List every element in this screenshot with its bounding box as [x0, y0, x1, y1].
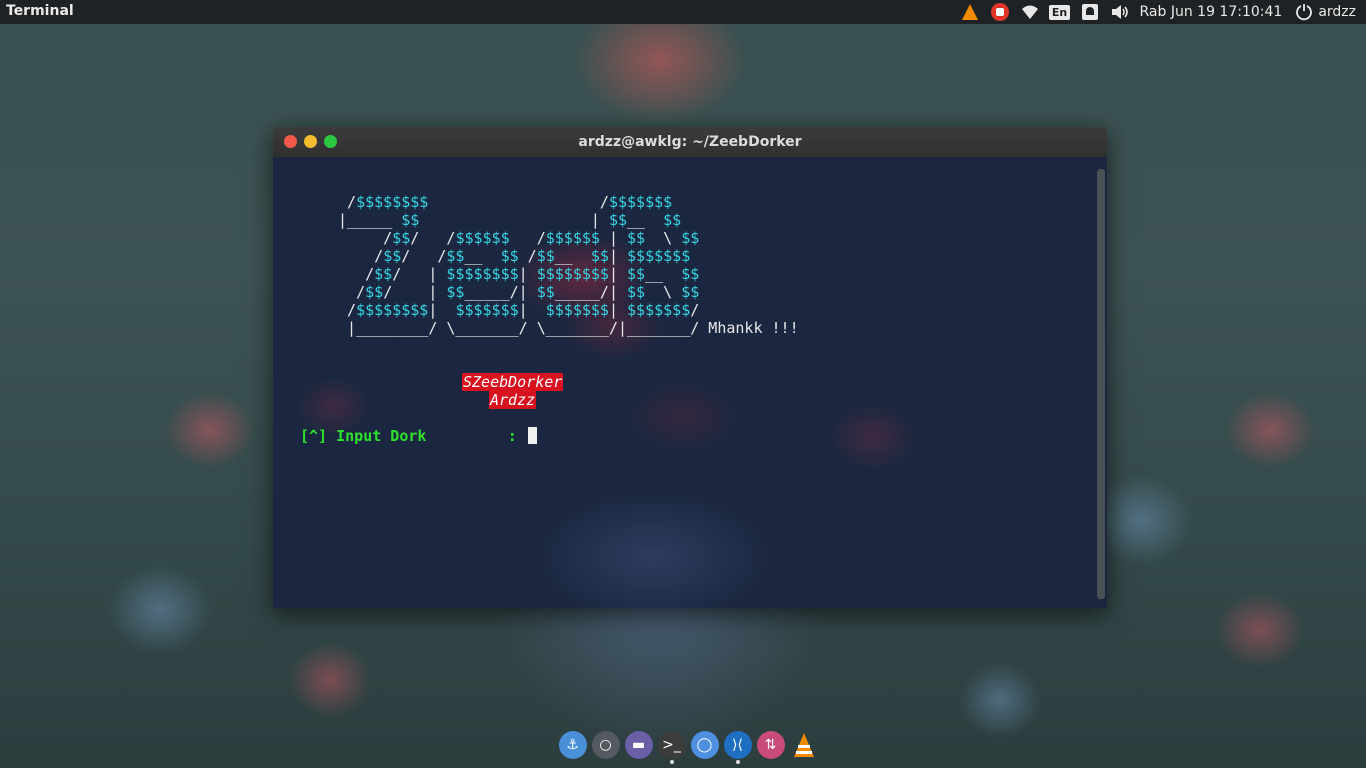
prompt-text: [^] Input Dork :	[300, 427, 526, 445]
ascii-segment: /	[329, 283, 366, 301]
ascii-segment: /	[329, 193, 357, 211]
ascii-segment: |________/ \_______/ \_______/|_______/ …	[329, 319, 799, 337]
ascii-segment: $$	[627, 265, 646, 283]
ascii-segment: /	[329, 247, 384, 265]
keyboard-layout-label: En	[1048, 4, 1071, 20]
ascii-segment: $$	[374, 265, 393, 283]
ascii-segment: $$	[500, 247, 519, 265]
ascii-segment: _____/|	[554, 283, 628, 301]
ascii-segment: \	[645, 229, 682, 247]
ascii-segment: $$$$$$$	[627, 247, 691, 265]
ascii-banner: /$$$$$$$$ /$$$$$$$ |_____ $$ | $$__ $$ /…	[329, 193, 799, 337]
system-tray: En Rab Jun 19 17:10:41 ardzz	[960, 0, 1366, 24]
clock[interactable]: Rab Jun 19 17:10:41	[1140, 4, 1283, 20]
anchor-app-icon[interactable]: ⚓	[558, 731, 587, 759]
ascii-segment: \	[645, 283, 682, 301]
ascii-segment: $$	[627, 229, 646, 247]
transfer-app-icon[interactable]: ⇅	[756, 731, 785, 759]
volume-icon[interactable]	[1110, 2, 1130, 22]
ascii-segment: / /	[410, 229, 456, 247]
ascii-segment: |	[608, 265, 628, 283]
ascii-segment: __	[464, 247, 501, 265]
text-cursor	[527, 427, 537, 444]
input-prompt[interactable]: [^] Input Dork :	[300, 427, 537, 445]
ascii-segment: $$	[536, 247, 555, 265]
ascii-segment: |	[599, 229, 628, 247]
ascii-segment: $$$$$$$	[608, 193, 673, 211]
ascii-segment: $$	[383, 247, 402, 265]
terminal-content[interactable]: /$$$$$$$$ /$$$$$$$ |_____ $$ | $$__ $$ /…	[273, 157, 1095, 608]
ascii-segment: |	[608, 247, 628, 265]
ascii-segment: /	[690, 301, 700, 319]
ascii-segment: $$$$$$$$	[446, 265, 519, 283]
wifi-icon[interactable]	[1020, 2, 1040, 22]
active-app-title[interactable]: Terminal	[6, 3, 74, 19]
ascii-segment: $$	[681, 283, 700, 301]
window-title: ardzz@awklg: ~/ZeebDorker	[578, 134, 802, 150]
ascii-segment: $$	[446, 247, 465, 265]
ascii-segment: $$	[392, 229, 411, 247]
ascii-segment: |	[518, 301, 546, 319]
terminal-window[interactable]: ardzz@awklg: ~/ZeebDorker /$$$$$$$$ /$$$…	[273, 127, 1107, 608]
ascii-segment: $$$$$$$	[455, 301, 519, 319]
tag-name: SZeebDorker	[462, 373, 564, 391]
ascii-segment: /	[329, 301, 357, 319]
ascii-segment: $$	[663, 211, 682, 229]
ascii-segment: |	[428, 301, 456, 319]
keyboard-layout-icon[interactable]: En	[1048, 2, 1071, 22]
ascii-segment: /	[509, 229, 546, 247]
stop-record-icon[interactable]	[990, 2, 1010, 22]
ascii-segment: / |	[392, 265, 447, 283]
ascii-segment: __	[554, 247, 591, 265]
ascii-segment: $$	[608, 211, 628, 229]
ascii-segment: __	[645, 265, 682, 283]
ascii-segment: /	[329, 229, 393, 247]
ascii-segment: $$	[365, 283, 384, 301]
ascii-segment: $$	[681, 229, 700, 247]
files-app-icon[interactable]: ▬	[624, 731, 653, 759]
ascii-segment: |	[608, 301, 628, 319]
ascii-segment: /	[329, 265, 375, 283]
terminal-app-icon[interactable]: >_	[657, 731, 686, 764]
ascii-segment: |	[518, 265, 537, 283]
ascii-segment: $$$$$$$$	[356, 301, 429, 319]
ascii-segment: |_____	[329, 211, 402, 229]
ascii-segment: $$$$$$	[545, 229, 600, 247]
user-name[interactable]: ardzz	[1318, 4, 1356, 20]
notification-icon[interactable]	[1080, 2, 1100, 22]
ascii-segment: $$$$$$$$	[536, 265, 609, 283]
ascii-segment: /	[518, 247, 537, 265]
ascii-segment: /	[428, 193, 609, 211]
ascii-segment: $$	[627, 283, 646, 301]
vlc-icon[interactable]	[960, 2, 980, 22]
ascii-segment: / /	[401, 247, 447, 265]
ascii-segment: $$	[401, 211, 420, 229]
ascii-segment: __	[627, 211, 664, 229]
tag-author: Ardzz	[489, 391, 537, 409]
ascii-segment: / |	[383, 283, 447, 301]
ascii-segment: $$	[590, 247, 609, 265]
terminal-scrollbar[interactable]	[1097, 169, 1105, 599]
ascii-segment: $$	[446, 283, 465, 301]
ascii-segment: $$$$$$$$	[356, 193, 429, 211]
dock: ⚓ ○ ▬ >_ ◯ ⟩⟨ ⇅	[556, 730, 820, 764]
ascii-segment: $$	[536, 283, 555, 301]
ascii-segment: $$$$$$	[455, 229, 510, 247]
vscode-app-icon[interactable]: ⟩⟨	[723, 731, 752, 764]
ascii-segment: _____/|	[464, 283, 537, 301]
circle-app-icon[interactable]: ○	[591, 731, 620, 759]
ascii-segment: $$$$$$$	[627, 301, 691, 319]
top-panel: Terminal En Rab Jun 19 17:10:41 ardzz	[0, 0, 1366, 24]
ascii-segment: $$$$$$$	[545, 301, 609, 319]
ascii-segment: $$	[681, 265, 700, 283]
window-titlebar[interactable]: ardzz@awklg: ~/ZeebDorker	[273, 127, 1107, 157]
ascii-segment: |	[419, 211, 609, 229]
power-icon[interactable]	[1294, 2, 1314, 22]
vlc-dock-icon[interactable]	[790, 731, 818, 759]
chromium-app-icon[interactable]: ◯	[690, 731, 719, 759]
